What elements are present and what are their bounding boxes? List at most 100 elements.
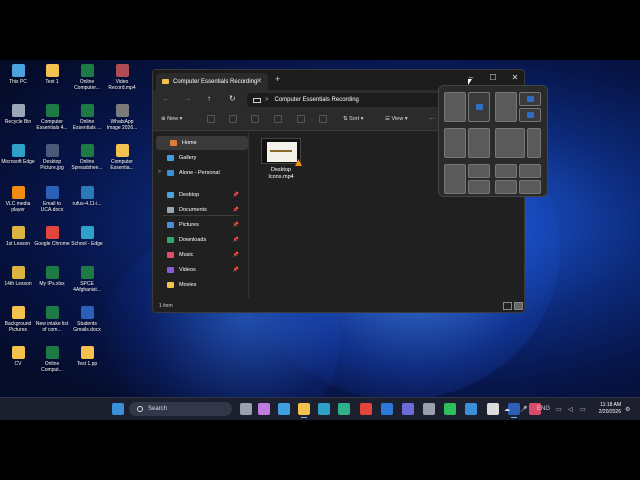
desktop-icon[interactable]: WhatsApp Image 2026... [104,104,140,131]
pin-icon[interactable]: 📌 [233,222,239,228]
desktop-icon[interactable]: This PC [0,64,36,85]
start-button[interactable] [112,403,124,415]
desktop-icon[interactable]: School - Edge [69,226,105,247]
delete-icon[interactable] [319,115,327,123]
desktop-icon[interactable]: Video Record.mp4 [104,64,140,91]
desktop-icon[interactable]: New intake list of com... [34,306,70,333]
copy-icon[interactable] [229,115,237,123]
share-icon[interactable] [297,115,305,123]
sidebar-item-desktop[interactable]: Desktop 📌 [153,188,245,202]
cut-icon[interactable] [207,115,215,123]
outlook-icon[interactable] [381,403,393,415]
close-button[interactable]: ✕ [505,73,524,82]
desktop-icon[interactable]: Online Essentials ... [69,104,105,131]
details-view-icon[interactable] [503,302,512,310]
desktop-icon[interactable]: Students Gmails.docx [69,306,105,333]
snap-zone[interactable] [468,180,490,194]
pin-icon[interactable]: 📌 [233,267,239,273]
desktop-icon[interactable]: VLC media player [0,186,36,213]
new-button[interactable]: ⊕ New ▾ [161,116,182,122]
sidebar-item-music[interactable]: Music 📌 [153,248,245,262]
snap-zone[interactable] [495,180,517,194]
notification-icon[interactable]: ⚙ [625,406,630,413]
photos-icon[interactable] [318,403,330,415]
maximize-button[interactable]: ☐ [483,73,503,82]
snap-zone[interactable] [519,164,541,178]
clock[interactable]: 11:18 AM 2/20/2026 [593,402,621,416]
refresh-button[interactable]: ↻ [229,94,236,103]
network-icon[interactable]: ▭ [556,406,562,413]
snap-zone[interactable] [444,164,466,194]
chevron-up-icon[interactable]: ^ [490,406,493,412]
microphone-icon[interactable]: 🎤 [520,406,527,413]
sidebar-item-pictures[interactable]: Pictures 📌 [153,218,245,232]
desktop-icon[interactable]: Online Computer... [69,64,105,91]
snap-zone[interactable] [519,108,541,122]
desktop-icon[interactable]: 14th Lesson [0,266,36,287]
snap-zone[interactable] [444,92,466,122]
expand-chevron-icon[interactable]: > [158,169,161,175]
pin-icon[interactable]: 📌 [233,192,239,198]
snap-zone[interactable] [468,128,490,158]
snap-zone[interactable] [468,92,490,122]
new-tab-button[interactable]: + [275,74,280,84]
snap-zone[interactable] [444,128,466,158]
snap-zone[interactable] [495,128,525,158]
desktop-icon[interactable]: Computer Essentia... [104,144,140,171]
desktop-icon[interactable]: Desktop Picture.jpg [34,144,70,171]
desktop-icon[interactable]: Email to UCA.docx [34,186,70,213]
forward-button[interactable]: → [184,94,192,103]
store-icon[interactable] [278,403,290,415]
pin-icon[interactable]: 📌 [233,252,239,258]
snap-zone[interactable] [519,92,541,106]
snap-zone[interactable] [527,128,541,158]
desktop-icon[interactable]: Google Chrome [34,226,70,247]
tab-close-button[interactable]: ✕ [256,77,262,85]
file-explorer-icon[interactable] [298,403,310,418]
desktop-icon[interactable]: Microsoft Edge [0,144,36,165]
sidebar-item-downloads[interactable]: Downloads 📌 [153,233,245,247]
desktop-icon[interactable]: Test 1 [34,64,70,85]
desktop-icon[interactable]: Online Spreadshee... [69,144,105,171]
desktop-icon[interactable]: Online Comput... [34,346,70,373]
back-button[interactable]: ← [162,94,170,103]
sidebar-item-home[interactable]: Home [156,136,248,150]
more-options-button[interactable]: ··· [429,116,435,122]
desktop-icon[interactable]: Recycle Bin [0,104,36,125]
snap-zone[interactable] [495,92,517,122]
chrome-icon[interactable] [360,403,372,415]
sort-button[interactable]: ⇅ Sort ▾ [343,116,364,122]
desktop-icon[interactable]: Computer Essentials 4... [34,104,70,131]
desktop-icon[interactable]: rufus-4.11-i... [69,186,105,207]
language-indicator[interactable]: ENG [537,406,550,412]
view-button[interactable]: ☰ View ▾ [385,116,408,122]
rename-icon[interactable] [274,115,282,123]
file-item[interactable]: Desktop Icons.mp4 [260,138,302,181]
paste-icon[interactable] [251,115,259,123]
address-bar[interactable]: > Computer Essentials Recording [247,93,447,107]
settings-icon[interactable] [423,403,435,415]
battery-icon[interactable]: ▭ [580,406,586,413]
desktop-icon[interactable]: 1st Lesson [0,226,36,247]
volume-icon[interactable]: ◁ [568,406,573,413]
desktop-icon[interactable]: CV [0,346,36,367]
copilot-icon[interactable] [258,403,270,415]
snap-zone[interactable] [519,180,541,194]
sidebar-item-videos[interactable]: Videos 📌 [153,263,245,277]
teams-icon[interactable] [402,403,414,415]
pin-icon[interactable]: 📌 [233,207,239,213]
edge-icon[interactable] [338,403,350,415]
pin-icon[interactable]: 📌 [233,237,239,243]
snap-zone[interactable] [468,164,490,178]
up-button[interactable]: ↑ [207,94,211,103]
vpn-icon[interactable] [465,403,477,415]
onedrive-icon[interactable]: ☁ [504,406,510,413]
task-view-icon[interactable] [240,403,252,415]
desktop-icon[interactable]: Test 1.pp [69,346,105,367]
desktop-icon[interactable]: SPCE 4Afghanist... [69,266,105,293]
large-icons-view-icon[interactable] [514,302,523,310]
sidebar-item-gallery[interactable]: Gallery [153,151,245,165]
sidebar-item-movies[interactable]: Movies [153,278,245,292]
desktop-icon[interactable]: My IPs.xlsx [34,266,70,287]
sidebar-item-alone-personal[interactable]: > Alone - Personal [153,166,245,180]
